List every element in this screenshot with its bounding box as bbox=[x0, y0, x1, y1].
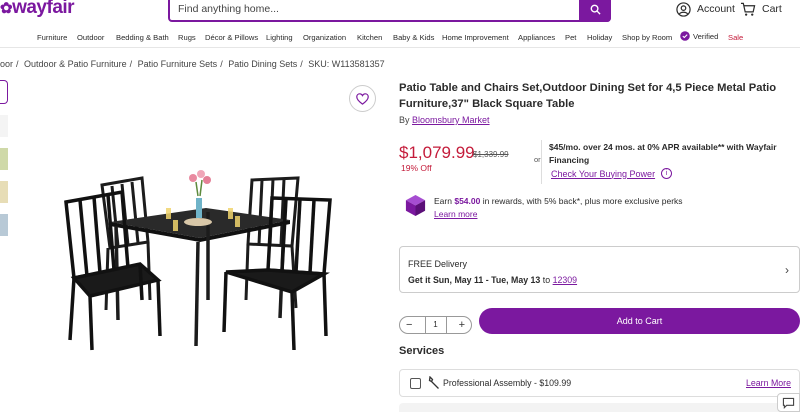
cart-button[interactable]: Cart bbox=[740, 0, 782, 18]
brand-link[interactable]: Bloomsbury Market bbox=[412, 115, 490, 125]
price-divider bbox=[541, 140, 542, 184]
nav-item-shop-by-room[interactable]: Shop by Room bbox=[622, 33, 672, 42]
rewards-cube-icon bbox=[405, 194, 426, 217]
nav-item-sale[interactable]: Sale bbox=[728, 33, 743, 42]
next-service-row bbox=[399, 403, 800, 412]
breadcrumb-separator: / bbox=[16, 59, 19, 69]
nav-item-home-improvement[interactable]: Home Improvement bbox=[442, 33, 509, 42]
original-price: $1,339.99 bbox=[473, 150, 509, 159]
nav-item-bedding-bath[interactable]: Bedding & Bath bbox=[116, 33, 169, 42]
rewards-text: Earn $54.00 in rewards, with 5% back*, p… bbox=[434, 195, 754, 221]
thumbnail[interactable] bbox=[0, 181, 8, 203]
breadcrumb-separator: / bbox=[220, 59, 223, 69]
nav-item-rugs[interactable]: Rugs bbox=[178, 33, 196, 42]
info-icon[interactable]: i bbox=[661, 168, 673, 179]
sale-price: $1,079.99 bbox=[399, 143, 475, 162]
breadcrumb: oor / Outdoor & Patio Furniture / Patio Fu… bbox=[0, 59, 388, 69]
wayfair-logo[interactable]: ✿wayfair bbox=[0, 0, 75, 19]
breadcrumb-item[interactable]: Outdoor & Patio Furniture bbox=[24, 59, 127, 69]
breadcrumb-item[interactable]: oor bbox=[0, 59, 13, 69]
delivery-to: to bbox=[542, 275, 551, 285]
search-icon bbox=[590, 4, 601, 15]
increase-quantity-button[interactable]: + bbox=[459, 320, 465, 331]
zip-code-link[interactable]: 12309 bbox=[553, 275, 577, 285]
rewards-suffix: in rewards, with 5% back*, plus more exc… bbox=[482, 196, 683, 206]
delivery-estimate: Get it Sun, May 11 - Tue, May 13 to 1230… bbox=[408, 275, 577, 285]
services-heading: Services bbox=[399, 345, 445, 357]
product-image[interactable] bbox=[30, 150, 360, 355]
thumbnail[interactable] bbox=[0, 214, 8, 236]
nav-item-furniture[interactable]: Furniture bbox=[37, 33, 67, 42]
cart-icon bbox=[740, 2, 756, 16]
wrench-icon bbox=[428, 376, 439, 389]
account-label: Account bbox=[697, 3, 735, 15]
logo-text: wayfair bbox=[12, 0, 75, 18]
nav-item-kitchen[interactable]: Kitchen bbox=[357, 33, 382, 42]
rewards-learn-more-link[interactable]: Learn more bbox=[434, 209, 477, 219]
thumbnail[interactable] bbox=[0, 148, 8, 170]
breadcrumb-separator: / bbox=[300, 59, 303, 69]
nav-item-decor-pillows[interactable]: Décor & Pillows bbox=[205, 33, 258, 42]
rewards-prefix: Earn bbox=[434, 196, 452, 206]
assembly-learn-more-link[interactable]: Learn More bbox=[746, 378, 791, 388]
search-input[interactable]: Find anything home... bbox=[178, 3, 279, 15]
discount-badge: 19% Off bbox=[401, 163, 432, 173]
thumbnail-selected[interactable] bbox=[0, 80, 8, 104]
chat-button[interactable] bbox=[777, 393, 800, 412]
delivery-dates: Sun, May 11 - Tue, May 13 bbox=[432, 275, 541, 285]
rewards-amount: $54.00 bbox=[454, 196, 481, 206]
quantity-stepper: − 1 + bbox=[399, 316, 472, 334]
category-nav: Furniture Outdoor Bedding & Bath Rugs Dé… bbox=[0, 28, 800, 48]
assembly-checkbox[interactable] bbox=[410, 378, 421, 389]
breadcrumb-item[interactable]: Patio Furniture Sets bbox=[138, 59, 218, 69]
financing-link-label: Check Your Buying Power bbox=[551, 168, 656, 179]
nav-item-holiday[interactable]: Holiday bbox=[587, 33, 612, 42]
brand-line: By Bloomsbury Market bbox=[399, 115, 490, 125]
decrease-quantity-button[interactable]: − bbox=[406, 320, 412, 331]
product-title: Patio Table and Chairs Set,Outdoor Dinin… bbox=[399, 82, 777, 110]
check-buying-power-link[interactable]: Check Your Buying Power i bbox=[551, 168, 673, 179]
verified-label: Verified bbox=[693, 31, 719, 41]
chat-icon bbox=[782, 397, 795, 409]
account-icon bbox=[676, 1, 691, 17]
by-label: By bbox=[399, 115, 410, 125]
site-header: ✿wayfair Find anything home... Account C… bbox=[0, 0, 800, 26]
breadcrumb-separator: / bbox=[129, 59, 133, 69]
save-to-favorites-button[interactable] bbox=[349, 85, 376, 112]
quantity-input[interactable]: 1 bbox=[424, 317, 447, 333]
search-button[interactable] bbox=[579, 0, 611, 22]
nav-item-appliances[interactable]: Appliances bbox=[518, 33, 555, 42]
nav-item-outdoor[interactable]: Outdoor bbox=[77, 33, 104, 42]
chevron-right-icon: › bbox=[785, 263, 789, 277]
financing-text: $45/mo. over 24 mos. at 0% APR available… bbox=[549, 142, 777, 165]
cart-label: Cart bbox=[762, 3, 782, 15]
thumbnail-strip bbox=[0, 80, 8, 247]
nav-item-baby-kids[interactable]: Baby & Kids bbox=[393, 33, 434, 42]
service-assembly-row: Professional Assembly - $109.99 Learn Mo… bbox=[399, 369, 800, 397]
account-button[interactable]: Account bbox=[676, 0, 735, 18]
or-separator: or bbox=[534, 155, 541, 164]
delivery-prefix: Get it bbox=[408, 275, 431, 285]
assembly-label: Professional Assembly - $109.99 bbox=[443, 378, 572, 388]
nav-item-lighting[interactable]: Lighting bbox=[266, 33, 293, 42]
delivery-panel[interactable]: FREE Delivery Get it Sun, May 11 - Tue, … bbox=[399, 246, 800, 293]
heart-icon bbox=[356, 92, 369, 105]
delivery-title: FREE Delivery bbox=[408, 259, 468, 269]
breadcrumb-item[interactable]: Patio Dining Sets bbox=[228, 59, 297, 69]
add-to-cart-button[interactable]: Add to Cart bbox=[479, 308, 800, 334]
sku-label: SKU: W113581357 bbox=[308, 59, 385, 69]
nav-item-pet[interactable]: Pet bbox=[565, 33, 576, 42]
verified-badge-icon bbox=[680, 31, 690, 41]
nav-item-verified[interactable]: Verified bbox=[680, 31, 718, 41]
logo-mark-icon: ✿ bbox=[0, 0, 13, 17]
nav-item-organization[interactable]: Organization bbox=[303, 33, 346, 42]
thumbnail[interactable] bbox=[0, 115, 8, 137]
search-bar[interactable]: Find anything home... bbox=[168, 0, 611, 22]
